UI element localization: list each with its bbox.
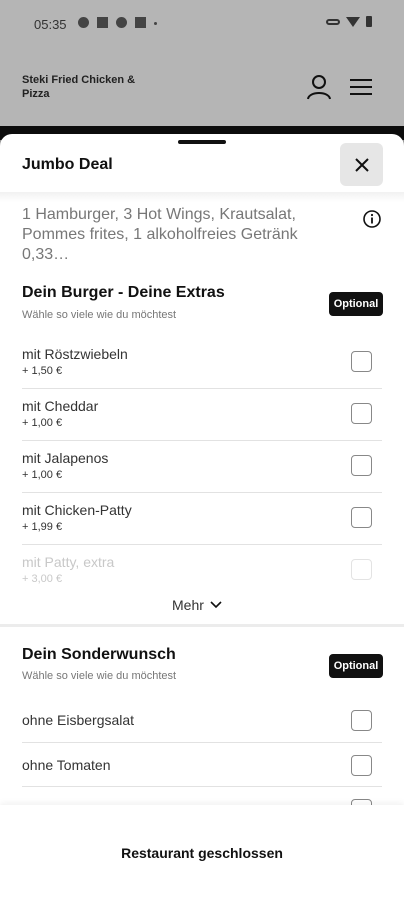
more-notifications-icon — [154, 22, 157, 25]
hamburger-menu-icon[interactable] — [350, 78, 372, 96]
option-checkbox[interactable] — [351, 507, 372, 528]
option-row[interactable]: mit Patty, extra + 3,00 € — [22, 545, 382, 593]
close-button[interactable] — [340, 143, 383, 186]
optional-badge: Optional — [329, 654, 383, 678]
option-label: mit Cheddar — [22, 398, 99, 414]
restaurant-closed-status: Restaurant geschlossen — [121, 845, 283, 861]
option-label: ohne Tomaten — [22, 757, 111, 773]
notification-icon — [78, 17, 89, 28]
option-checkbox[interactable] — [351, 559, 372, 580]
option-price: + 1,00 € — [22, 469, 63, 481]
bottom-bar: Restaurant geschlossen — [0, 805, 404, 900]
option-checkbox[interactable] — [351, 755, 372, 776]
option-price: + 3,00 € — [22, 573, 63, 585]
notification-icons — [78, 17, 157, 28]
link-icon — [326, 18, 340, 25]
restaurant-name: Steki Fried Chicken & Pizza — [22, 74, 136, 100]
battery-icon — [366, 16, 372, 27]
option-checkbox[interactable] — [351, 710, 372, 731]
option-row[interactable]: mit Cheddar + 1,00 € — [22, 389, 382, 441]
chevron-down-icon — [210, 601, 222, 609]
app-icon — [97, 17, 108, 28]
status-bar: 05:35 — [0, 0, 404, 50]
system-icons — [326, 16, 372, 27]
option-label: mit Patty, extra — [22, 554, 115, 570]
section-divider — [0, 624, 404, 627]
product-description: 1 Hamburger, 3 Hot Wings, Krautsalat, Po… — [22, 206, 298, 263]
option-checkbox[interactable] — [351, 351, 372, 372]
option-checkbox[interactable] — [351, 455, 372, 476]
option-price: + 1,50 € — [22, 365, 63, 377]
section-title: Dein Sonderwunsch — [22, 646, 176, 663]
product-sheet: Jumbo Deal 1 Hamburger, 3 Hot Wings, Kra… — [0, 134, 404, 900]
section-subtitle: Wähle so viele wie du möchtest — [22, 309, 177, 321]
show-more-label: Mehr — [172, 597, 204, 613]
section-title: Dein Burger - Deine Extras — [22, 284, 225, 301]
option-row[interactable]: mit Röstzwiebeln + 1,50 € — [22, 336, 382, 389]
wifi-icon — [346, 16, 360, 27]
option-label: mit Jalapenos — [22, 450, 109, 466]
show-more-button[interactable]: Mehr — [172, 597, 222, 613]
option-checkbox[interactable] — [351, 403, 372, 424]
drag-handle[interactable] — [178, 140, 226, 144]
option-label: ohne Eisbergsalat — [22, 712, 135, 728]
info-icon[interactable] — [362, 209, 382, 229]
option-row[interactable]: ohne Tomaten — [22, 743, 382, 787]
option-label: mit Chicken-Patty — [22, 502, 132, 518]
status-time: 05:35 — [34, 17, 67, 32]
settings-notification-icon — [116, 17, 127, 28]
android-icon — [135, 17, 146, 28]
option-row[interactable]: mit Chicken-Patty + 1,99 € — [22, 493, 382, 545]
close-icon — [354, 157, 369, 172]
optional-badge: Optional — [329, 292, 383, 316]
title-divider — [0, 192, 404, 202]
option-price: + 1,00 € — [22, 417, 63, 429]
app-header: Steki Fried Chicken & Pizza — [0, 50, 404, 126]
section-subtitle: Wähle so viele wie du möchtest — [22, 670, 177, 682]
option-price: + 1,99 € — [22, 521, 63, 533]
option-row[interactable]: mit Jalapenos + 1,00 € — [22, 441, 382, 493]
user-account-icon[interactable] — [306, 74, 332, 100]
sheet-title: Jumbo Deal — [22, 156, 113, 173]
option-label: mit Röstzwiebeln — [22, 346, 128, 362]
option-row[interactable]: ohne Eisbergsalat — [22, 698, 382, 743]
